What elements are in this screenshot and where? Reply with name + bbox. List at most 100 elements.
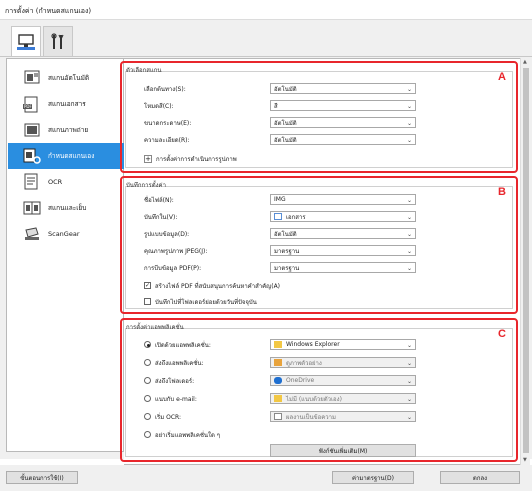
- chevron-down-icon: ⌄: [406, 248, 412, 255]
- dropdown-value: เอกสาร: [286, 213, 306, 221]
- folder-icon: [274, 395, 282, 402]
- chevron-down-icon: ⌄: [406, 414, 412, 421]
- start-ocr-radio[interactable]: เริ่ม OCR:: [144, 411, 181, 422]
- open-with-app-dropdown[interactable]: Windows Explorer ⌄: [270, 339, 416, 350]
- radio-unselected-icon[interactable]: [144, 359, 151, 366]
- resolution-label: ความละเอียด(R):: [144, 136, 190, 144]
- sidebar-item-label: สแกนเอกสาร: [48, 100, 86, 108]
- radio-unselected-icon[interactable]: [144, 377, 151, 384]
- jpeg-quality-dropdown[interactable]: มาตรฐาน ⌄: [270, 245, 416, 256]
- image-processing-expander[interactable]: + การตั้งค่าการดำเนินการรูปภาพ: [144, 153, 237, 164]
- sidebar-item-custom-scan[interactable]: กำหนดสแกนเอง: [8, 143, 132, 169]
- svg-text:PDF: PDF: [24, 104, 32, 109]
- chevron-down-icon: ⌄: [406, 197, 412, 204]
- scroll-up-icon[interactable]: ▲: [523, 59, 527, 65]
- chevron-down-icon: ⌄: [406, 86, 412, 93]
- checkbox-checked-icon[interactable]: ✓: [144, 282, 151, 289]
- instructions-button[interactable]: ขั้นตอนการใช้(I): [6, 471, 78, 484]
- top-tab-bar: [0, 20, 532, 57]
- scan-options-section: ตัวเลือกสแกน A เลือกต้นทาง(S): อัตโนมัติ…: [120, 61, 518, 173]
- dropdown-value: ดูภาพตัวอย่าง: [286, 359, 322, 367]
- radio-unselected-icon[interactable]: [144, 395, 151, 402]
- dropdown-value: Windows Explorer: [286, 341, 340, 348]
- scrollbar-thumb[interactable]: [523, 68, 529, 453]
- pdf-compression-dropdown[interactable]: มาตรฐาน ⌄: [270, 262, 416, 273]
- ok-button[interactable]: ตกลง: [440, 471, 520, 484]
- radio-unselected-icon[interactable]: [144, 413, 151, 420]
- dropdown-value: มาตรฐาน: [274, 264, 300, 272]
- chevron-down-icon: ⌄: [406, 342, 412, 349]
- send-to-folder-radio[interactable]: ส่งถึงโฟลเดอร์:: [144, 375, 194, 386]
- expander-label: การตั้งค่าการดำเนินการรูปภาพ: [156, 155, 237, 163]
- sidebar-item-stitch[interactable]: สแกนและเย็บ: [8, 195, 132, 221]
- section-marker: C: [498, 328, 506, 340]
- searchable-pdf-checkbox[interactable]: ✓ สร้างไฟล์ PDF ที่สนับสนุนการค้นหาคำสำค…: [144, 280, 280, 291]
- expand-plus-icon[interactable]: +: [144, 154, 152, 163]
- vertical-scrollbar[interactable]: ▲ ▼: [520, 58, 530, 466]
- color-mode-label: โหมดสี(C):: [144, 102, 174, 110]
- select-source-dropdown[interactable]: อัตโนมัติ ⌄: [270, 83, 416, 94]
- footer-bar: ขั้นตอนการใช้(I) ค่ามาตรฐาน(D) ตกลง: [0, 465, 532, 491]
- folder-icon: [274, 341, 282, 348]
- send-to-app-radio[interactable]: ส่งถึงแอพพลิเคชั่น:: [144, 357, 203, 368]
- sidebar-item-label: สแกนอัตโนมัติ: [48, 74, 90, 82]
- text-output-icon: [274, 413, 282, 420]
- ocr-icon: [24, 173, 38, 190]
- sidebar-item-label: กำหนดสแกนเอง: [48, 152, 95, 160]
- radio-label: อย่าเริ่มแอพพลิเคชั่นใด ๆ: [155, 431, 220, 439]
- scan-tab[interactable]: [11, 26, 41, 57]
- checkbox-label: บันทึกไปที่โฟลเดอร์ย่อยด้วยวันที่ปัจจุบั…: [155, 298, 257, 306]
- scroll-down-icon[interactable]: ▼: [523, 457, 527, 463]
- sidebar-item-label: สแกนภาพถ่าย: [48, 126, 89, 134]
- chevron-down-icon: ⌄: [406, 360, 412, 367]
- sidebar-item-ocr[interactable]: OCR: [8, 169, 132, 195]
- tools-tab[interactable]: [43, 26, 73, 56]
- chevron-down-icon: ⌄: [406, 396, 412, 403]
- resolution-dropdown[interactable]: อัตโนมัติ ⌄: [270, 134, 416, 145]
- jpeg-quality-label: คุณภาพรูปภาพ JPEG(J):: [144, 247, 208, 255]
- select-source-label: เลือกต้นทาง(S):: [144, 85, 186, 93]
- radio-label: เปิดด้วยแอพพลิเคชั่น:: [155, 341, 211, 349]
- send-to-app-dropdown: ดูภาพตัวอย่าง ⌄: [270, 357, 416, 368]
- no-app-radio[interactable]: อย่าเริ่มแอพพลิเคชั่นใด ๆ: [144, 429, 220, 440]
- sidebar-item-document-scan[interactable]: PDF สแกนเอกสาร: [8, 91, 132, 117]
- chevron-down-icon: ⌄: [406, 214, 412, 221]
- start-ocr-dropdown: ผลงานเป็นข้อความ ⌄: [270, 411, 416, 422]
- dropdown-value: สี: [274, 102, 278, 110]
- dropdown-value: อัตโนมัติ: [274, 230, 297, 238]
- more-functions-button[interactable]: ฟังก์ชันเพิ่มเติม(M): [270, 444, 416, 457]
- data-format-label: รูปแบบข้อมูล(D):: [144, 230, 190, 238]
- section-marker: A: [498, 71, 506, 83]
- tools-icon: [51, 32, 64, 49]
- dropdown-value: อัตโนมัติ: [274, 136, 297, 144]
- checkbox-unchecked-icon[interactable]: [144, 298, 151, 305]
- attach-email-radio[interactable]: แนบกับ e-mail:: [144, 393, 197, 404]
- chevron-down-icon: ⌄: [406, 378, 412, 385]
- scangear-icon: [25, 227, 39, 240]
- date-subfolder-checkbox[interactable]: บันทึกไปที่โฟลเดอร์ย่อยด้วยวันที่ปัจจุบั…: [144, 296, 257, 307]
- radio-selected-icon[interactable]: [144, 341, 151, 348]
- color-mode-dropdown[interactable]: สี ⌄: [270, 100, 416, 111]
- open-with-app-radio[interactable]: เปิดด้วยแอพพลิเคชั่น:: [144, 339, 211, 350]
- section-title: บันทึกการตั้งค่า: [126, 182, 166, 189]
- paper-size-dropdown[interactable]: อัตโนมัติ ⌄: [270, 117, 416, 128]
- data-format-dropdown[interactable]: อัตโนมัติ ⌄: [270, 228, 416, 239]
- sidebar-item-label: สแกนและเย็บ: [48, 204, 87, 212]
- radio-unselected-icon[interactable]: [144, 431, 151, 438]
- sidebar-item-label: OCR: [48, 178, 63, 186]
- sidebar-item-auto-scan[interactable]: สแกนอัตโนมัติ: [8, 65, 132, 91]
- radio-label: เริ่ม OCR:: [155, 413, 182, 421]
- preview-icon: [274, 359, 282, 366]
- sidebar-item-photo-scan[interactable]: สแกนภาพถ่าย: [8, 117, 132, 143]
- sidebar-item-scangear[interactable]: ScanGear: [8, 221, 132, 247]
- file-name-input[interactable]: IMG ⌄: [270, 194, 416, 205]
- custom-scan-icon: [23, 148, 41, 164]
- defaults-button[interactable]: ค่ามาตรฐาน(D): [332, 471, 414, 484]
- radio-label: ส่งถึงแอพพลิเคชั่น:: [155, 359, 204, 367]
- send-to-folder-dropdown: OneDrive ⌄: [270, 375, 416, 386]
- save-in-dropdown[interactable]: เอกสาร ⌄: [270, 211, 416, 222]
- pdf-compression-label: การบีบข้อมูล PDF(P):: [144, 264, 202, 272]
- dropdown-value: อัตโนมัติ: [274, 85, 297, 93]
- section-title: ตัวเลือกสแกน: [126, 67, 162, 74]
- sidebar: สแกนอัตโนมัติ PDF สแกนเอกสาร สแกนภาพถ่าย…: [6, 58, 132, 452]
